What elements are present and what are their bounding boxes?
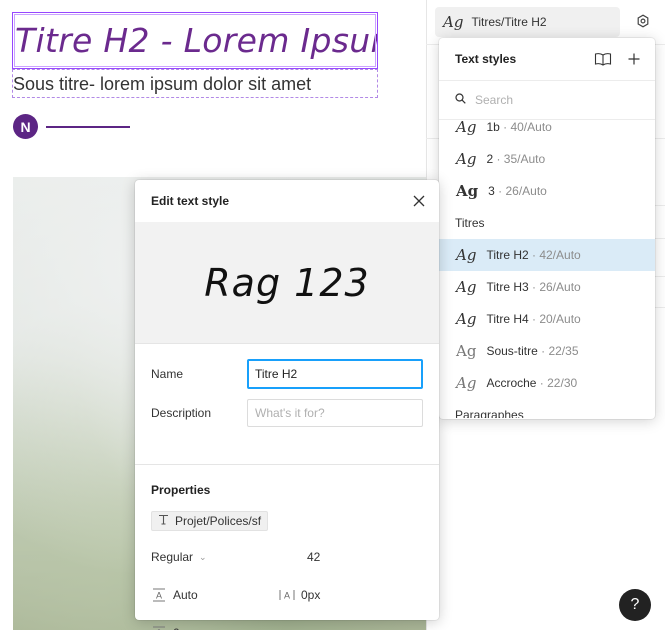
styles-search[interactable]	[439, 80, 655, 120]
text-style-icon: Ag	[456, 120, 477, 136]
dialog-title: Edit text style	[151, 194, 230, 208]
style-item-1b[interactable]: Ag 1b · 40/Auto	[439, 120, 655, 143]
style-item-3[interactable]: Ag 3 · 26/Auto	[439, 175, 655, 207]
logo-badge[interactable]: N	[13, 114, 38, 139]
properties-title: Properties	[151, 483, 211, 497]
text-style-icon: Ag	[456, 278, 477, 296]
more-options-icon[interactable]: •••	[379, 617, 401, 630]
text-style-icon: Ag	[456, 246, 477, 264]
text-style-icon: Ag	[456, 150, 477, 168]
line-height-icon: A	[151, 587, 167, 603]
style-meta: · 26/Auto	[528, 280, 581, 294]
line-height-value: Auto	[173, 588, 198, 602]
style-meta: · 40/Auto	[499, 120, 552, 134]
current-text-style-label: Titres/Titre H2	[471, 15, 547, 29]
book-icon[interactable]	[594, 50, 612, 68]
font-size-value: 42	[307, 550, 321, 564]
style-preview: Rag 123	[135, 222, 439, 343]
close-icon[interactable]	[411, 193, 427, 209]
style-meta: · 20/Auto	[528, 312, 581, 326]
letter-spacing-input[interactable]: A 0px	[279, 579, 320, 611]
description-input[interactable]	[247, 399, 423, 427]
style-name: Titre H3	[486, 280, 529, 294]
text-style-icon: Ag	[456, 374, 477, 392]
letter-spacing-icon: A	[279, 587, 295, 603]
style-meta: · 22/35	[537, 344, 579, 358]
paragraph-row: 0 •••	[151, 617, 423, 630]
style-meta: · 26/Auto	[494, 184, 547, 198]
name-input[interactable]	[247, 359, 423, 389]
text-type-icon	[158, 514, 169, 528]
text-styles-popover: Text styles Ag 1b · 40/Auto Ag 2 · 35/Au…	[439, 38, 655, 419]
text-styles-list[interactable]: Ag 1b · 40/Auto Ag 2 · 35/Auto Ag 3 · 26…	[439, 120, 655, 418]
font-family-picker[interactable]: Projet/Polices/sf	[151, 511, 269, 531]
style-item-titre-h2[interactable]: Ag Titre H2 · 42/Auto	[439, 239, 655, 271]
style-meta: · 42/Auto	[528, 248, 581, 262]
line-height-input[interactable]: A Auto	[151, 579, 198, 611]
style-item-2[interactable]: Ag 2 · 35/Auto	[439, 143, 655, 175]
name-label: Name	[151, 367, 184, 381]
text-style-icon: Ag	[456, 342, 477, 360]
name-row: Name	[151, 359, 423, 389]
style-item-titre-h3[interactable]: Ag Titre H3 · 26/Auto	[439, 271, 655, 303]
search-icon	[455, 93, 466, 107]
help-label: ?	[630, 596, 640, 613]
help-button[interactable]: ?	[619, 589, 651, 621]
svg-text:A: A	[284, 591, 290, 601]
description-row: Description	[151, 398, 423, 428]
description-label: Description	[151, 406, 212, 420]
letter-spacing-value: 0px	[301, 588, 321, 602]
spacing-row: A Auto A 0px	[151, 579, 423, 611]
style-name: Accroche	[486, 376, 537, 390]
font-weight-value: Regular	[151, 550, 194, 564]
dialog-header: Edit text style	[135, 180, 439, 222]
canvas-title-text[interactable]: Titre H2 - Lorem Ipsum	[12, 12, 378, 69]
chevron-down-icon: ⌄	[199, 551, 207, 562]
text-style-icon: Ag	[456, 310, 477, 328]
text-style-icon: Ag	[443, 13, 464, 31]
plus-icon[interactable]	[625, 50, 643, 68]
style-group-titres: Titres	[455, 216, 485, 230]
style-name: Sous-titre	[486, 344, 538, 358]
styles-search-input[interactable]	[475, 93, 625, 107]
style-item-titre-h4[interactable]: Ag Titre H4 · 20/Auto	[439, 303, 655, 335]
logo-letter: N	[20, 118, 31, 135]
paragraph-spacing-icon	[151, 625, 167, 630]
paragraph-spacing-input[interactable]: 0	[151, 617, 180, 630]
text-style-icon: Ag	[456, 182, 479, 200]
style-group-paragraphes: Paragraphes	[455, 408, 524, 418]
style-info-form: Name Description	[135, 343, 439, 465]
font-size-input[interactable]: 42	[307, 541, 320, 573]
style-settings-icon[interactable]	[636, 14, 650, 28]
logo-underline	[46, 126, 130, 128]
style-item-accroche[interactable]: Ag Accroche · 22/30	[439, 367, 655, 399]
style-name: Titre H4	[486, 312, 529, 326]
text-styles-header: Text styles	[439, 38, 655, 80]
svg-text:A: A	[156, 591, 162, 601]
style-meta: · 22/30	[536, 376, 578, 390]
style-meta: · 35/Auto	[493, 152, 546, 166]
preview-text: Rag 123	[204, 260, 370, 305]
current-text-style[interactable]: Ag Titres/Titre H2	[435, 7, 620, 37]
canvas-subtitle-text[interactable]: Sous titre- lorem ipsum dolor sit amet	[12, 69, 378, 98]
text-styles-title: Text styles	[455, 52, 517, 66]
style-item-sous-titre[interactable]: Ag Sous-titre · 22/35	[439, 335, 655, 367]
style-name: 3	[488, 184, 495, 198]
style-name: 1b	[486, 120, 500, 134]
weight-size-row: Regular ⌄ 42	[151, 541, 423, 573]
paragraph-spacing-value: 0	[173, 626, 180, 630]
edit-text-style-dialog: Edit text style Rag 123 Name Description…	[135, 180, 439, 630]
font-weight-select[interactable]: Regular ⌄	[151, 541, 207, 573]
font-family-label: Projet/Polices/sf	[175, 514, 262, 528]
properties-section: Properties Projet/Polices/sf Regular ⌄ 4…	[135, 483, 439, 630]
style-name: Titre H2	[486, 248, 529, 262]
